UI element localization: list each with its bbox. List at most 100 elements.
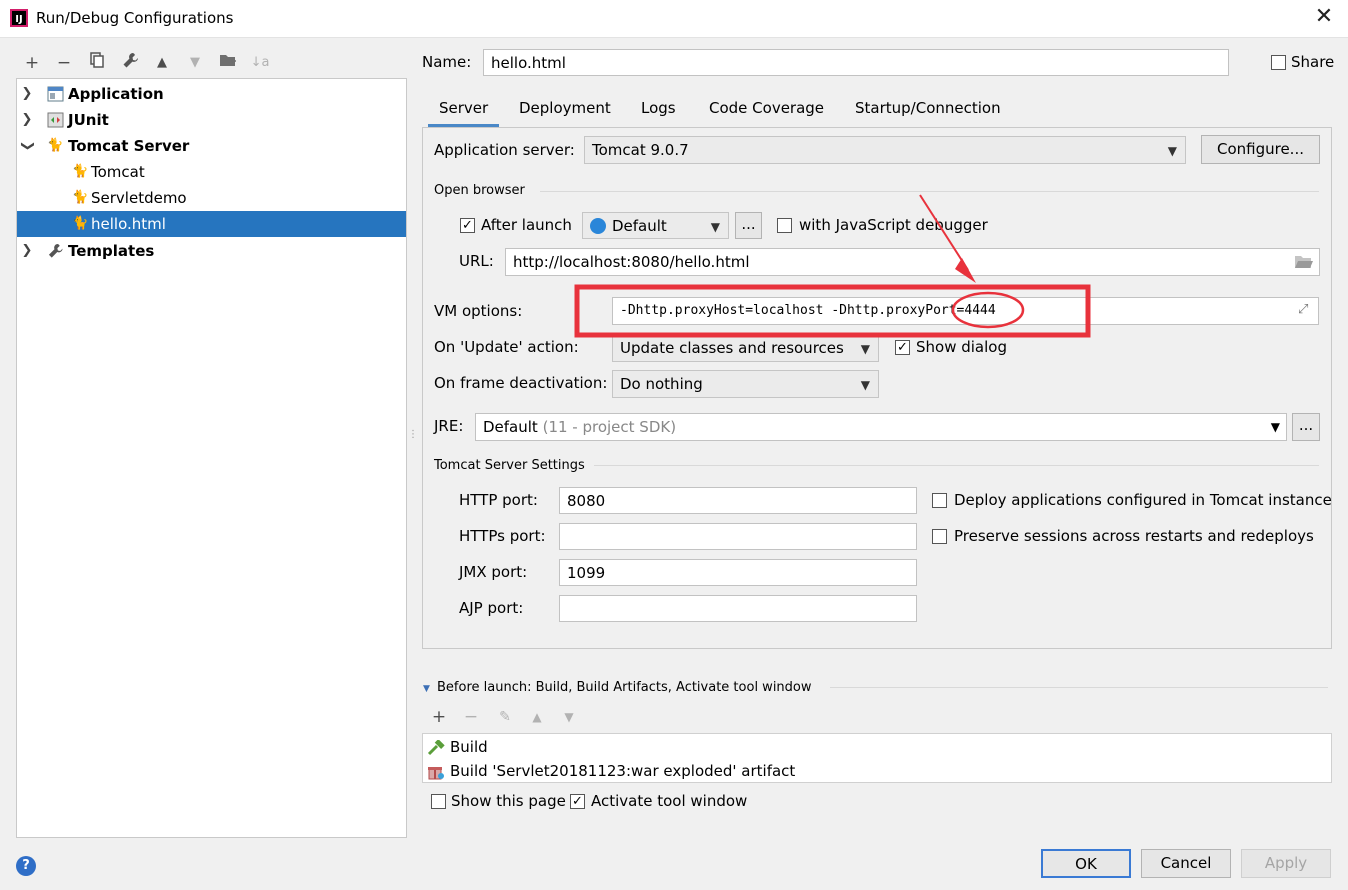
splitter-handle[interactable]: ⋮ — [408, 430, 418, 450]
ajp-port-input[interactable] — [559, 595, 917, 622]
tab-server[interactable]: Server — [428, 97, 500, 127]
sort-alphabetically-icon[interactable]: ↓a — [249, 52, 271, 74]
folder-open-icon[interactable] — [1294, 253, 1314, 274]
expand-icon[interactable]: ⤢ — [1298, 302, 1308, 317]
move-up-icon[interactable]: ▲ — [526, 706, 548, 728]
before-launch-remove-button[interactable]: − — [460, 706, 482, 728]
app-server-value: Tomcat 9.0.7 — [592, 141, 689, 159]
list-item-label: Build 'Servlet20181123:war exploded' art… — [450, 762, 796, 780]
artifact-gift-icon — [427, 763, 445, 787]
chevron-down-icon: ▼ — [1167, 144, 1177, 158]
tomcat-icon: 🐈 — [47, 138, 64, 153]
configuration-tree[interactable]: ❯ Application ❯ JUnit ❯ 🐈 Tomcat Server … — [16, 78, 407, 838]
tree-item-label: JUnit — [68, 111, 109, 129]
configure-button[interactable]: Configure... — [1201, 135, 1320, 164]
apply-button[interactable]: Apply — [1241, 849, 1331, 878]
list-item[interactable]: Build 'Servlet20181123:war exploded' art… — [423, 759, 1331, 783]
show-this-page-label: Show this page — [451, 792, 566, 810]
tree-item-tomcat-server[interactable]: ❯ 🐈 Tomcat Server — [17, 133, 406, 159]
after-launch-checkbox[interactable]: ✓ — [460, 218, 475, 233]
before-launch-add-button[interactable]: + — [428, 706, 450, 728]
http-port-label: HTTP port: — [459, 491, 538, 509]
tab-startup-connection[interactable]: Startup/Connection — [855, 97, 1001, 127]
activate-tool-window-label: Activate tool window — [591, 792, 748, 810]
vm-options-label: VM options: — [434, 302, 523, 320]
jre-hint: (11 - project SDK) — [542, 418, 677, 436]
deploy-configured-checkbox[interactable] — [932, 493, 947, 508]
jre-select[interactable]: Default (11 - project SDK) ▼ — [475, 413, 1287, 441]
tab-deployment[interactable]: Deployment — [519, 97, 611, 127]
chevron-down-icon: ▼ — [1270, 420, 1280, 434]
frame-deactivation-select[interactable]: Do nothing ▼ — [612, 370, 879, 398]
list-item[interactable]: Build — [423, 735, 1331, 759]
name-input[interactable]: hello.html — [483, 49, 1229, 76]
tree-item-junit[interactable]: ❯ JUnit — [17, 107, 406, 133]
before-launch-separator — [830, 687, 1328, 688]
preserve-sessions-checkbox[interactable] — [932, 529, 947, 544]
name-label: Name: — [422, 53, 472, 71]
jmx-port-label: JMX port: — [459, 563, 528, 581]
after-launch-label: After launch — [481, 216, 572, 234]
move-down-icon[interactable]: ▼ — [558, 706, 580, 728]
copy-configuration-icon[interactable] — [86, 52, 108, 74]
tree-item-label: Servletdemo — [91, 189, 187, 207]
chevron-right-icon[interactable]: ❯ — [19, 107, 35, 133]
app-server-select[interactable]: Tomcat 9.0.7 ▼ — [584, 136, 1186, 164]
wrench-icon — [47, 243, 64, 259]
deploy-configured-label: Deploy applications configured in Tomcat… — [954, 491, 1332, 509]
chevron-right-icon[interactable]: ❯ — [19, 238, 35, 264]
ok-button[interactable]: OK — [1041, 849, 1131, 878]
https-port-input[interactable] — [559, 523, 917, 550]
tree-item-servletdemo[interactable]: 🐈 Servletdemo — [17, 185, 406, 211]
https-port-label: HTTPs port: — [459, 527, 546, 545]
collapse-triangle-icon[interactable]: ▼ — [423, 684, 430, 694]
before-launch-list[interactable]: Build Build 'Servlet20181123:war explode… — [422, 733, 1332, 783]
jre-label: JRE: — [434, 417, 464, 435]
chevron-right-icon[interactable]: ❯ — [19, 81, 35, 107]
add-configuration-button[interactable]: + — [21, 52, 43, 74]
app-server-label: Application server: — [434, 141, 575, 159]
show-dialog-checkbox[interactable]: ✓ — [895, 340, 910, 355]
tomcat-icon: 🐈 — [72, 164, 89, 179]
show-this-page-checkbox[interactable] — [431, 794, 446, 809]
share-checkbox[interactable] — [1271, 55, 1286, 70]
intellij-app-icon: IJ — [10, 9, 28, 27]
red-annotation-overlay — [574, 194, 1091, 338]
close-window-button[interactable]: ✕ — [1311, 4, 1337, 32]
jre-value: Default — [483, 418, 538, 436]
new-folder-icon[interactable] — [217, 52, 239, 74]
list-item-label: Build — [450, 738, 488, 756]
jmx-port-input[interactable]: 1099 — [559, 559, 917, 586]
tree-item-label: Application — [68, 85, 164, 103]
move-down-icon[interactable]: ▼ — [184, 52, 206, 74]
edit-defaults-wrench-icon[interactable] — [119, 52, 141, 74]
activate-tool-window-checkbox[interactable]: ✓ — [570, 794, 585, 809]
http-port-input[interactable]: 8080 — [559, 487, 917, 514]
before-launch-label: Before launch: Build, Build Artifacts, A… — [437, 680, 812, 695]
tree-item-label: hello.html — [91, 215, 166, 233]
update-action-label: On 'Update' action: — [434, 338, 579, 356]
update-action-value: Update classes and resources — [620, 339, 844, 357]
share-label: Share — [1291, 53, 1335, 71]
tab-code-coverage[interactable]: Code Coverage — [709, 97, 824, 127]
open-browser-label: Open browser — [434, 183, 525, 198]
tree-item-label: Tomcat Server — [68, 137, 190, 155]
tab-logs[interactable]: Logs — [641, 97, 676, 127]
chevron-down-icon[interactable]: ❯ — [14, 138, 40, 154]
tree-item-templates[interactable]: ❯ Templates — [17, 238, 406, 264]
tree-item-label: Tomcat — [91, 163, 145, 181]
cancel-button[interactable]: Cancel — [1141, 849, 1231, 878]
tree-item-tomcat[interactable]: 🐈 Tomcat — [17, 159, 406, 185]
jre-browse-button[interactable]: ... — [1292, 413, 1320, 441]
tree-item-hello-html[interactable]: 🐈 hello.html — [17, 211, 406, 237]
pencil-icon[interactable]: ✎ — [494, 706, 516, 728]
move-up-icon[interactable]: ▲ — [151, 52, 173, 74]
chevron-down-icon: ▼ — [860, 378, 870, 392]
application-icon — [47, 86, 64, 102]
url-label: URL: — [459, 252, 494, 270]
tomcat-icon: 🐈 — [72, 216, 89, 231]
help-icon[interactable]: ? — [16, 856, 36, 876]
tomcat-icon: 🐈 — [72, 190, 89, 205]
remove-configuration-button[interactable]: − — [53, 52, 75, 74]
tree-item-application[interactable]: ❯ Application — [17, 81, 406, 107]
